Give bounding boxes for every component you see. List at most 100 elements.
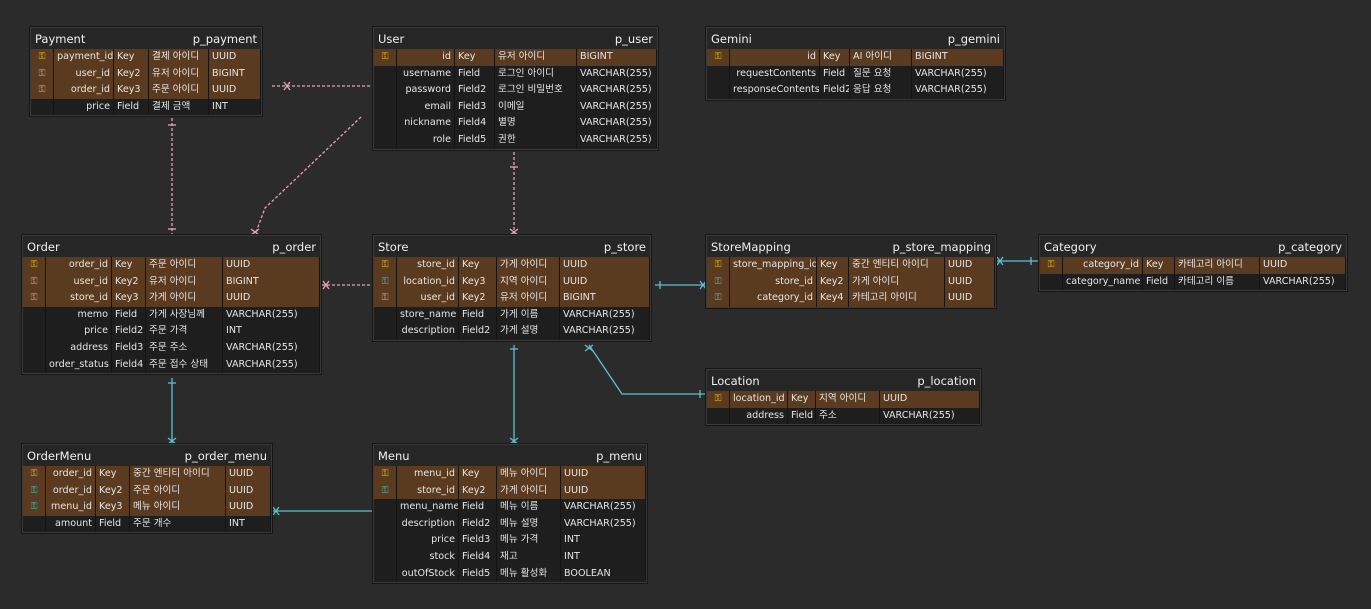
table-row[interactable]: ⚿ store_id Key3 가게 아이디 UUID [23,290,320,307]
column-type: UUID [226,482,271,500]
table-row[interactable]: ⚿ menu_id Key 메뉴 아이디 UUID [374,466,646,483]
column-kind: Field2 [459,515,497,533]
table-row[interactable]: price Field2 주문 가격 INT [23,323,320,340]
table-header[interactable]: StoreMapping p_store_mapping [707,236,995,257]
row-icon-cell: ⚿ [23,257,46,274]
table-menu[interactable]: Menu p_menu ⚿ menu_id Key 메뉴 아이디 UUID ⚿ store_id… [373,444,647,584]
table-row[interactable]: price Field3 메뉴 가격 INT [374,532,646,549]
column-type: VARCHAR(255) [223,339,320,357]
table-store[interactable]: Store p_store ⚿ store_id Key 가게 아이디 UUID ⚿ locat… [373,235,651,341]
table-row[interactable]: username Field 로그인 아이디 VARCHAR(255) [374,65,657,83]
table-header[interactable]: Payment p_payment [31,28,261,49]
table-header[interactable]: Order p_order [23,236,320,257]
column-type: UUID [561,482,646,500]
pk-icon: ⚿ [30,469,38,479]
table-row[interactable]: menu_name Field 메뉴 이름 VARCHAR(255) [374,499,646,516]
table-row[interactable]: ⚿ store_id Key2 가게 아이디 UUID [374,482,646,500]
table-row[interactable]: ⚿ order_id Key 주문 아이디 UUID [23,257,320,274]
row-icon-cell [707,82,730,99]
pk-icon: ⚿ [381,52,389,62]
table-row[interactable]: responseContents Field2 응답 요청 VARCHAR(255) [707,82,1004,99]
column-kind: Field [455,65,495,83]
row-icon-cell: ⚿ [31,82,54,99]
table-row[interactable]: ⚿ id Key AI 아이디 BIGINT [707,49,1004,66]
table-row[interactable]: ⚿ category_id Key4 카테고리 아이디 UUID [707,290,995,307]
table-row[interactable]: ⚿ store_id Key 가게 아이디 UUID [374,257,650,274]
column-name: id [730,49,820,66]
table-row[interactable]: ⚿ category_id Key 카테고리 아이디 UUID [1040,257,1346,274]
column-name: responseContents [730,82,820,99]
table-row[interactable]: address Field3 주문 주소 VARCHAR(255) [23,339,320,357]
table-row[interactable]: stock Field4 재고 INT [374,548,646,566]
column-type: UUID [223,257,320,274]
table-row[interactable]: ⚿ user_id Key2 유저 아이디 BIGINT [374,290,650,307]
table-row[interactable]: ⚿ store_id Key2 가게 아이디 UUID [707,273,995,291]
table-row[interactable]: password Field2 로그인 비밀번호 VARCHAR(255) [374,82,657,99]
column-type: VARCHAR(255) [577,82,657,99]
table-row[interactable]: ⚿ user_id Key2 유저 아이디 BIGINT [31,65,261,83]
column-kind: Field3 [455,98,495,116]
table-row[interactable]: price Field 결제 금액 INT [31,98,261,116]
table-ordermenu[interactable]: OrderMenu p_order_menu ⚿ order_id Key 중간 엔티티 … [22,444,272,534]
table-row[interactable]: outOfStock Field5 메뉴 활성화 BOOLEAN [374,565,646,583]
table-payment[interactable]: Payment p_payment ⚿ payment_id Key 결제 아이디 UUID… [30,27,262,117]
table-header[interactable]: Location p_location [707,370,980,391]
table-user[interactable]: User p_user ⚿ id Key 유저 아이디 BIGINT username Fiel… [373,27,658,150]
column-name: address [46,339,112,357]
column-desc: 카테고리 이름 [1175,273,1260,291]
column-kind: Field2 [112,323,146,340]
table-row[interactable]: description Field2 메뉴 설명 VARCHAR(255) [374,515,646,533]
table-row[interactable]: ⚿ menu_id Key3 메뉴 아이디 UUID [23,499,271,516]
table-row[interactable]: ⚿ location_id Key 지역 아이디 UUID [707,391,980,408]
table-row[interactable]: category_name Field 카테고리 이름 VARCHAR(255) [1040,273,1346,291]
table-header[interactable]: OrderMenu p_order_menu [23,445,271,466]
table-row[interactable]: memo Field 가게 사장님께 VARCHAR(255) [23,306,320,324]
table-row[interactable]: ⚿ location_id Key3 지역 아이디 UUID [374,273,650,291]
table-row[interactable]: address Field 주소 VARCHAR(255) [707,407,980,425]
table-alias: p_menu [596,448,642,463]
table-order[interactable]: Order p_order ⚿ order_id Key 주문 아이디 UUID ⚿ user_… [22,235,321,375]
table-row[interactable]: email Field3 이메일 VARCHAR(255) [374,98,657,116]
table-row[interactable]: ⚿ user_id Key2 유저 아이디 BIGINT [23,273,320,291]
table-row[interactable]: ⚿ order_id Key2 주문 아이디 UUID [23,482,271,500]
table-row[interactable]: description Field2 가게 설명 VARCHAR(255) [374,323,650,340]
table-row[interactable]: store_name Field 가게 이름 VARCHAR(255) [374,306,650,324]
row-icon-cell [374,82,397,99]
column-desc: 중간 엔티티 아이디 [849,257,945,274]
table-category[interactable]: Category p_category ⚿ category_id Key 카테고리 아이… [1039,235,1347,292]
fk-teal-icon: ⚿ [381,276,389,287]
table-row[interactable]: ⚿ order_id Key 중간 엔티티 아이디 UUID [23,466,271,483]
table-header[interactable]: Category p_category [1040,236,1346,257]
relation-user-order [254,116,362,236]
table-row[interactable]: order_status Field4 주문 접수 상태 VARCHAR(255) [23,356,320,374]
column-kind: Field [96,515,130,533]
table-row[interactable]: ⚿ payment_id Key 결제 아이디 UUID [31,49,261,66]
table-header[interactable]: Gemini p_gemini [707,28,1004,49]
column-name: memo [46,306,112,324]
column-kind: Key2 [112,273,146,291]
column-type: UUID [1260,257,1346,274]
table-title: Location [711,373,760,388]
row-icon-cell [374,323,397,340]
table-row[interactable]: nickname Field4 별명 VARCHAR(255) [374,115,657,132]
table-location[interactable]: Location p_location ⚿ location_id Key 지역 아이디 U… [706,369,981,426]
column-kind: Key2 [114,65,149,83]
column-kind: Field4 [455,115,495,132]
column-kind: Key2 [96,482,130,500]
table-row[interactable]: requestContents Field 질문 요청 VARCHAR(255) [707,65,1004,83]
table-row[interactable]: ⚿ id Key 유저 아이디 BIGINT [374,49,657,66]
table-row[interactable]: ⚿ store_mapping_id Key 중간 엔티티 아이디 UUID [707,257,995,274]
table-row[interactable]: role Field5 권한 VARCHAR(255) [374,131,657,149]
table-storemapping[interactable]: StoreMapping p_store_mapping ⚿ store_mappin… [706,235,996,308]
column-name: user_id [54,65,114,83]
table-row[interactable]: amount Field 주문 개수 INT [23,515,271,533]
table-header[interactable]: User p_user [374,28,657,49]
table-row[interactable]: ⚿ order_id Key3 주문 아이디 UUID [31,82,261,99]
column-desc: 주문 아이디 [130,482,226,500]
row-icon-cell: ⚿ [707,257,730,274]
column-desc: 로그인 비밀번호 [495,82,577,99]
fk-teal-icon: ⚿ [30,485,38,496]
table-header[interactable]: Store p_store [374,236,650,257]
table-gemini[interactable]: Gemini p_gemini ⚿ id Key AI 아이디 BIGINT requestC… [706,27,1005,100]
table-header[interactable]: Menu p_menu [374,445,646,466]
